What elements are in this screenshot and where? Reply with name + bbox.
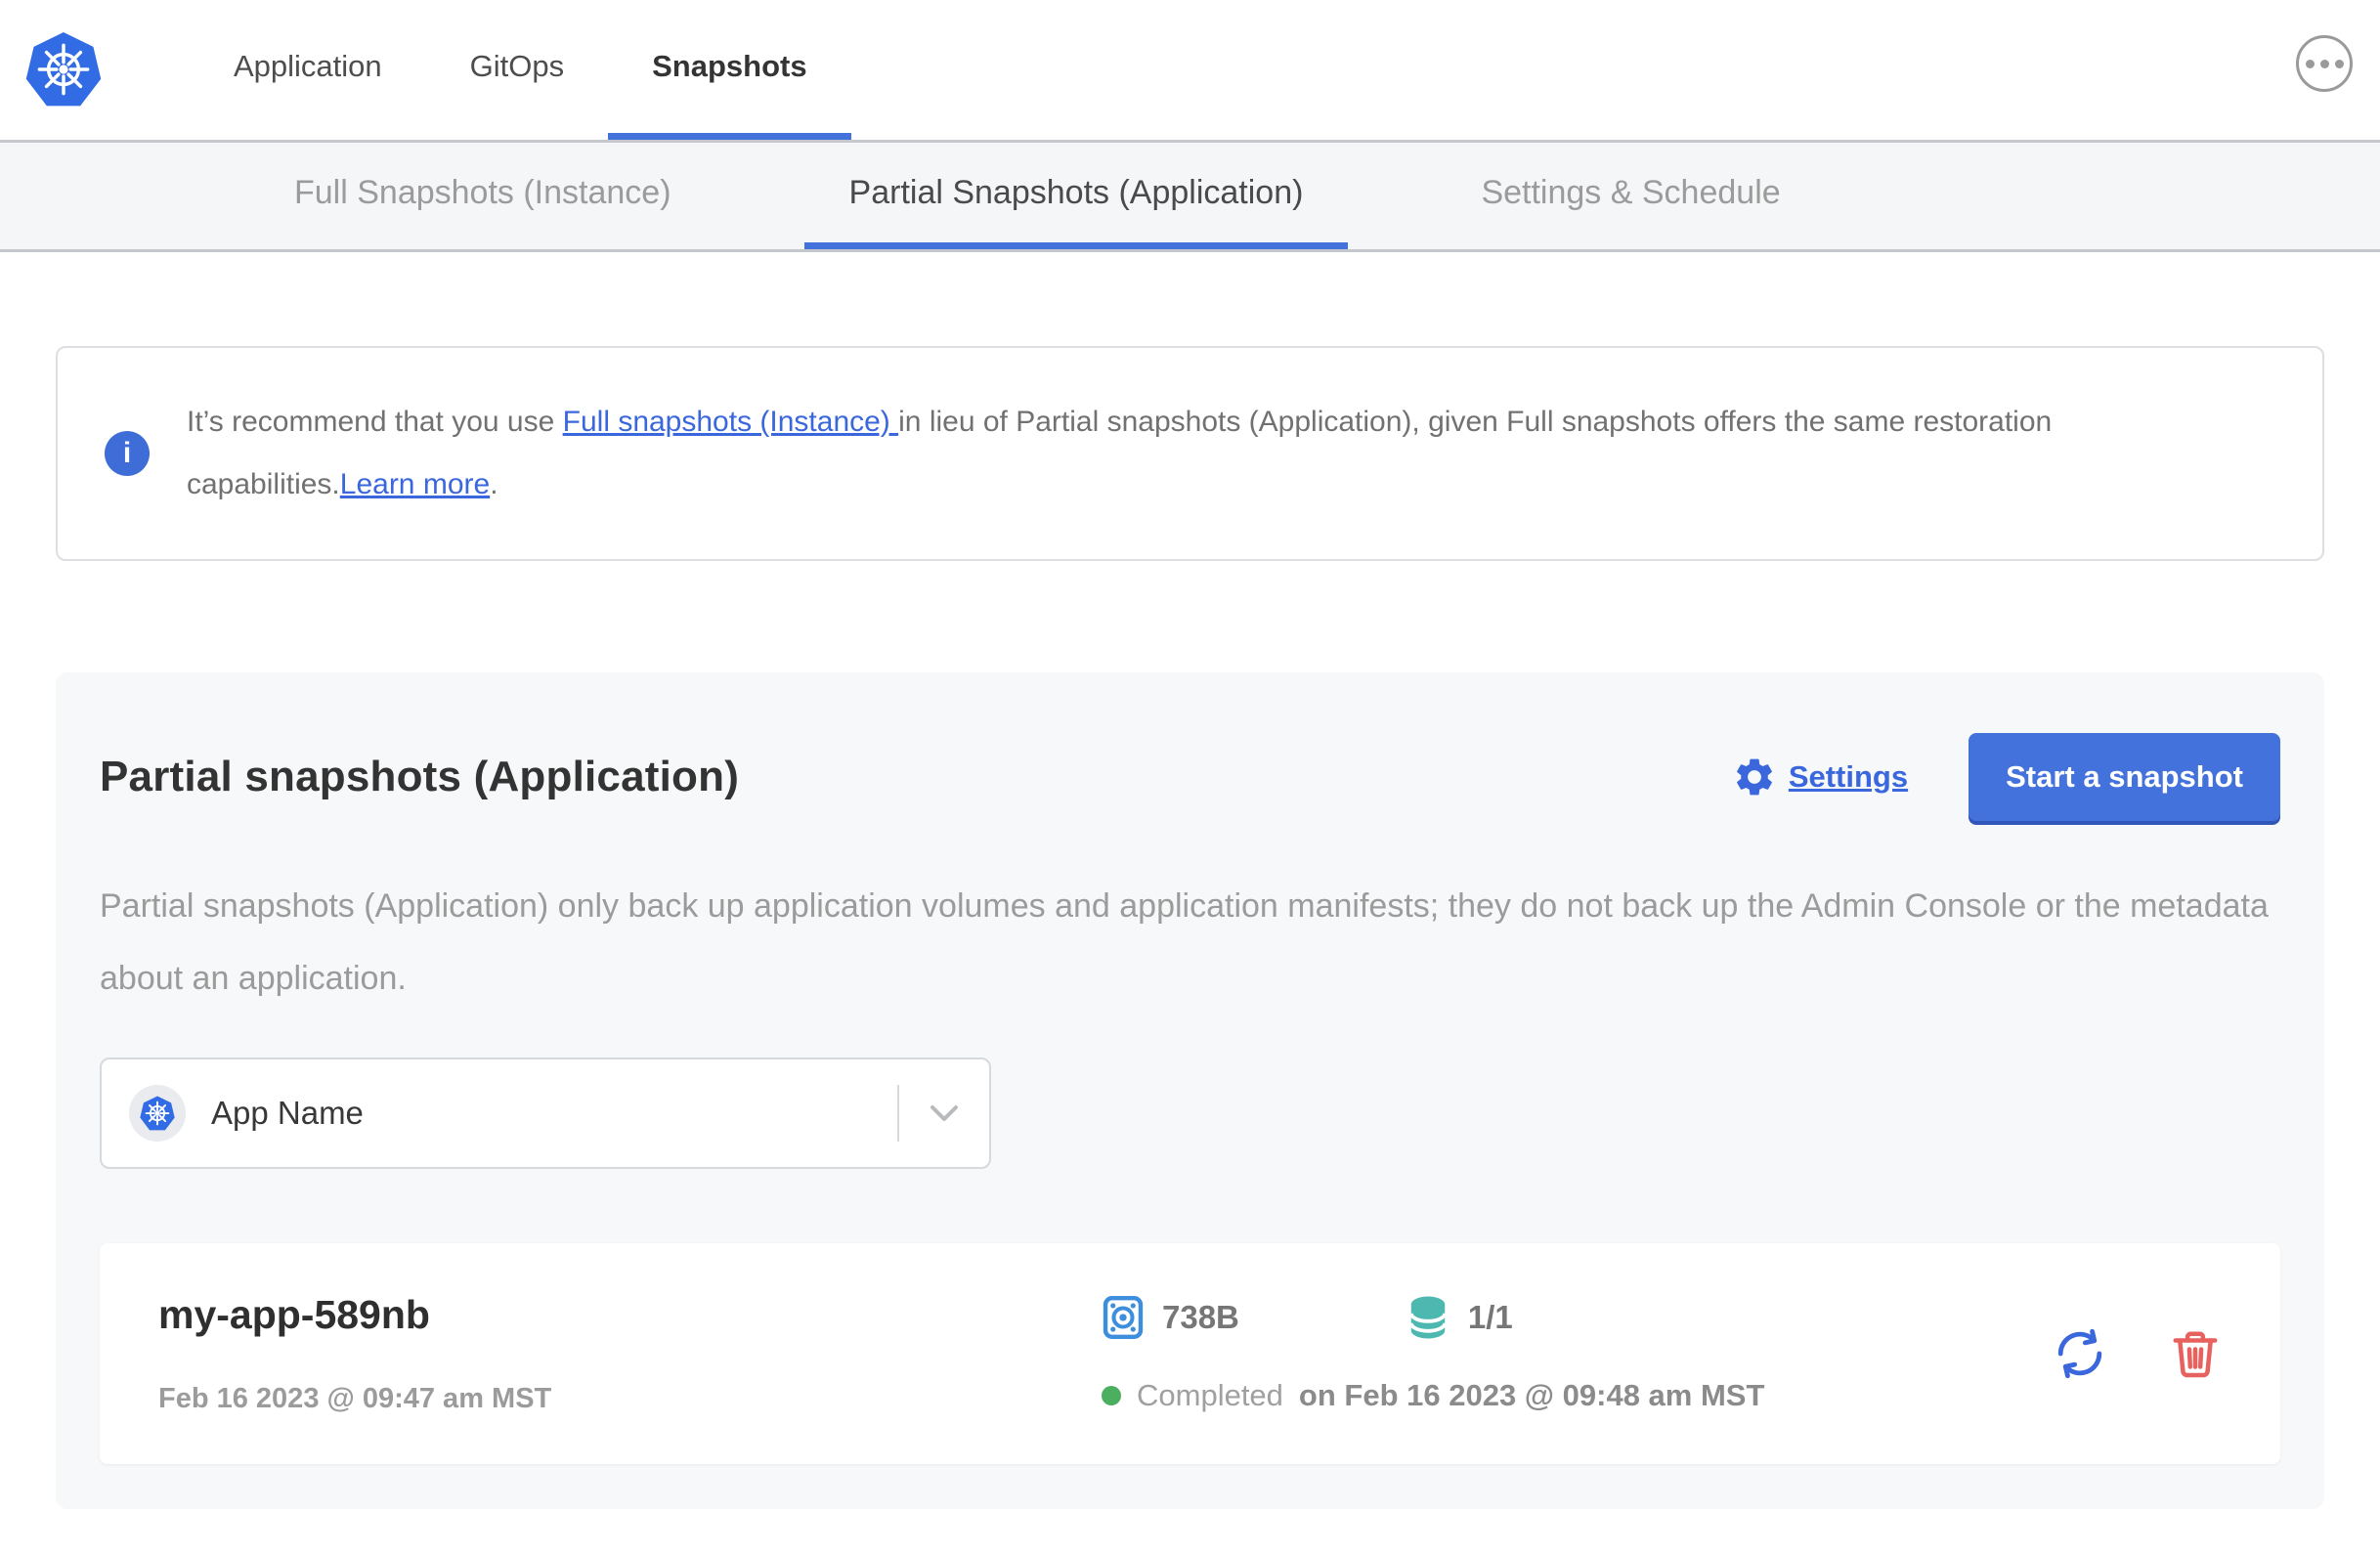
delete-snapshot-button[interactable] xyxy=(2169,1327,2222,1380)
restore-icon xyxy=(2057,1328,2102,1379)
app-icon-badge xyxy=(129,1085,186,1142)
kubernetes-logo-icon xyxy=(25,31,102,106)
volumes-database-icon xyxy=(1408,1296,1448,1339)
partial-snapshots-panel: Partial snapshots (Application) Settings… xyxy=(56,672,2324,1509)
snapshot-started-date: Feb 16 2023 @ 09:47 am MST xyxy=(158,1383,552,1414)
trash-icon xyxy=(2173,1331,2218,1378)
snapshot-volumes: 1/1 xyxy=(1406,1295,1513,1340)
snapshots-subnav: Full Snapshots (Instance) Partial Snapsh… xyxy=(0,143,2380,252)
page-title: Partial snapshots (Application) xyxy=(100,753,740,800)
nav-item-snapshots[interactable]: Snapshots xyxy=(608,0,851,140)
kubernetes-app-icon xyxy=(140,1095,175,1130)
gear-icon xyxy=(1736,758,1772,796)
snapshot-size: 738B xyxy=(1102,1294,1239,1341)
disk-size-icon xyxy=(1103,1296,1144,1340)
snapshot-status: Completed xyxy=(1137,1378,1283,1412)
app-name-select[interactable]: App Name xyxy=(100,1058,991,1169)
learn-more-link[interactable]: Learn more xyxy=(340,468,490,500)
ellipsis-icon xyxy=(2305,59,2315,68)
top-navigation: Application GitOps Snapshots xyxy=(0,0,2380,143)
app-select-value: App Name xyxy=(211,1095,364,1131)
tab-settings-schedule[interactable]: Settings & Schedule xyxy=(1436,143,1825,249)
status-dot xyxy=(1102,1386,1121,1405)
snapshot-volumes-value: 1/1 xyxy=(1467,1299,1513,1335)
snapshot-settings-link[interactable]: Settings xyxy=(1732,755,1908,799)
panel-description: Partial snapshots (Application) only bac… xyxy=(100,887,2269,997)
snapshot-row: my-app-589nb Feb 16 2023 @ 09:47 am MST … xyxy=(100,1243,2280,1464)
chevron-down-icon[interactable] xyxy=(899,1103,989,1123)
info-icon: i xyxy=(105,431,150,476)
full-snapshots-link[interactable]: Full snapshots (Instance) xyxy=(563,406,899,438)
tab-partial-snapshots[interactable]: Partial Snapshots (Application) xyxy=(803,143,1349,249)
snapshot-name: my-app-589nb xyxy=(158,1292,430,1337)
settings-link-label: Settings xyxy=(1788,759,1909,794)
more-options-button[interactable] xyxy=(2296,35,2353,92)
start-snapshot-button[interactable]: Start a snapshot xyxy=(1969,733,2280,821)
restore-snapshot-button[interactable] xyxy=(2052,1325,2108,1382)
info-banner: i It’s recommend that you use Full snaps… xyxy=(56,346,2324,561)
banner-text: It’s recommend that you use Full snapsho… xyxy=(187,406,2053,500)
tab-full-snapshots[interactable]: Full Snapshots (Instance) xyxy=(249,143,716,249)
kubernetes-logo xyxy=(23,0,104,140)
snapshot-size-value: 738B xyxy=(1162,1299,1239,1335)
main-nav: Application GitOps Snapshots xyxy=(190,0,851,140)
snapshot-finished-date: on Feb 16 2023 @ 09:48 am MST xyxy=(1298,1378,1765,1412)
nav-item-application[interactable]: Application xyxy=(190,0,426,140)
nav-item-gitops[interactable]: GitOps xyxy=(426,0,608,140)
